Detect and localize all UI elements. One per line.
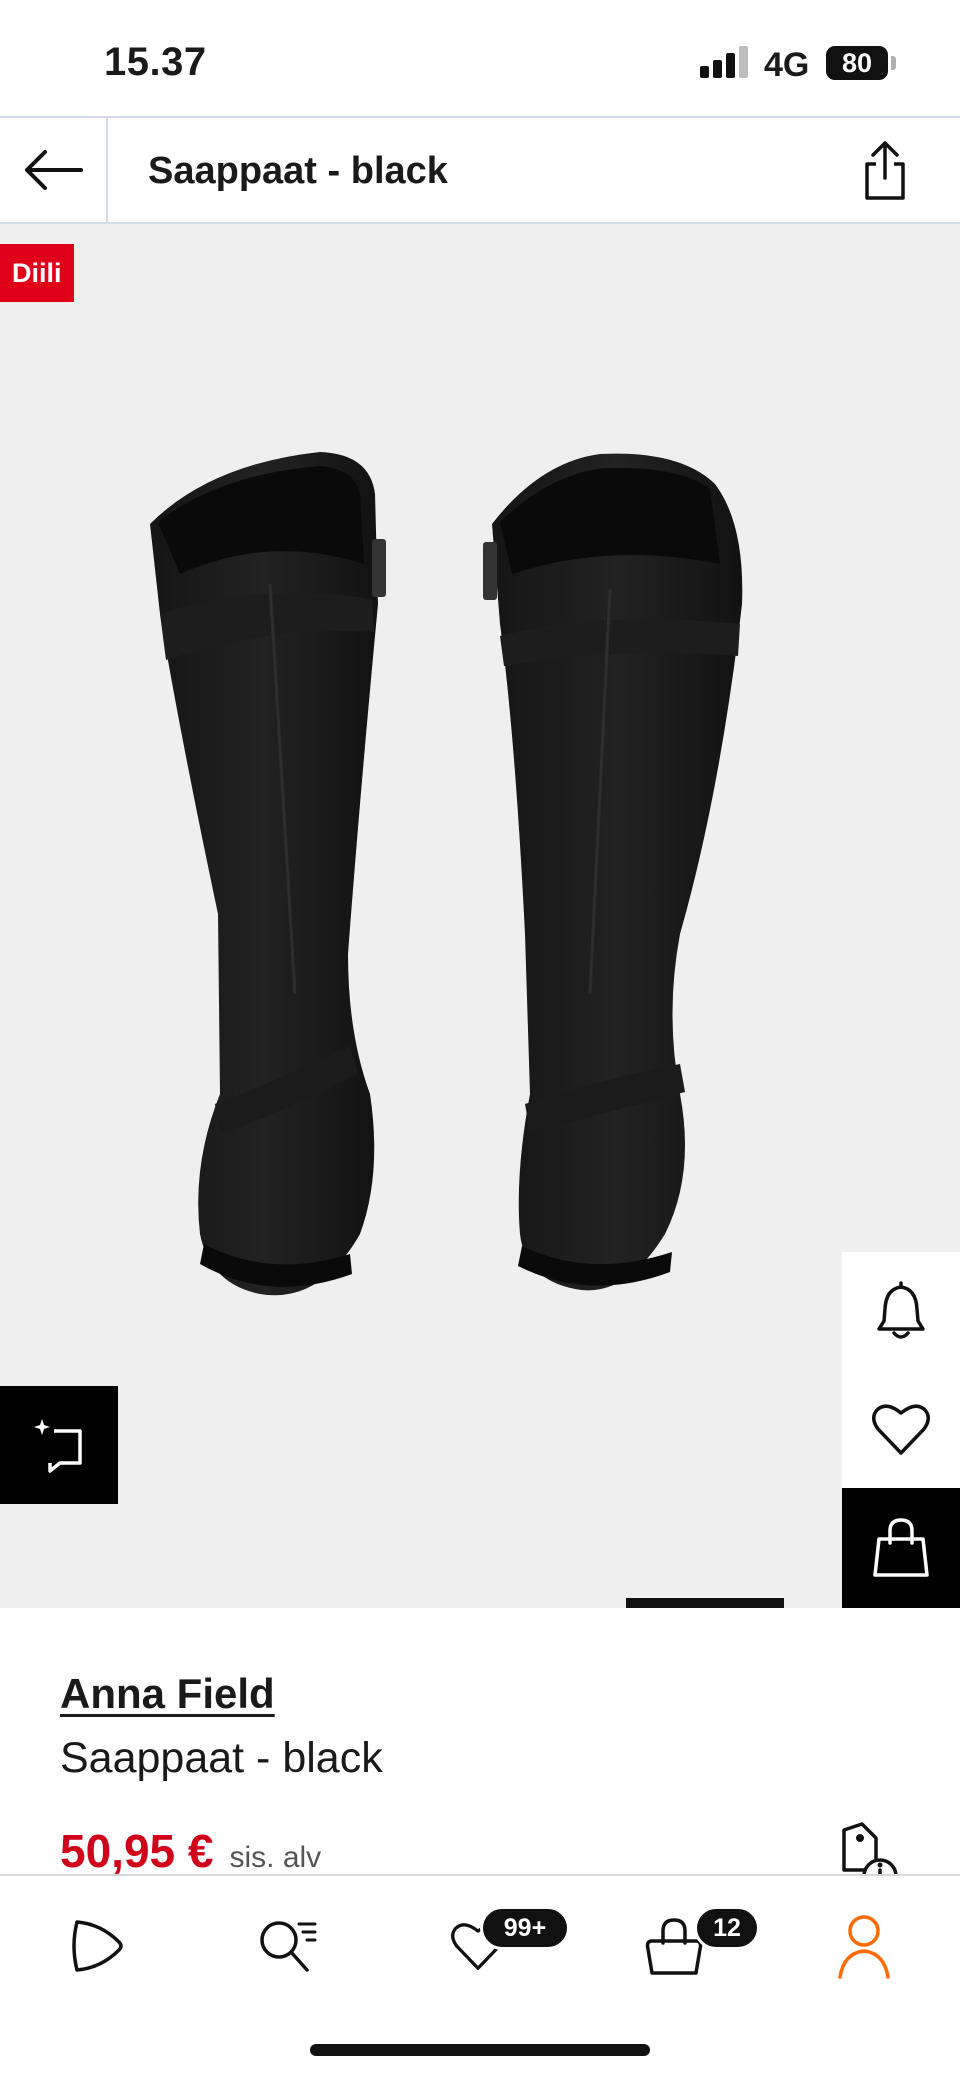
person-icon [838,1915,890,1979]
right-boot [483,453,743,1291]
signal-strength-icon [700,46,750,78]
battery-level: 80 [841,47,873,78]
left-boot [150,452,386,1296]
page-title: Saappaat - black [148,150,448,192]
add-to-bag-button[interactable] [842,1488,960,1608]
tab-search[interactable] [238,1906,338,1986]
bell-icon [877,1281,925,1339]
vat-note: sis. alv [229,1841,322,1874]
bag-count-badge: 12 [694,1906,760,1950]
compare-button[interactable] [0,1386,118,1504]
wishlist-count-badge: 99+ [480,1906,570,1950]
tab-profile[interactable] [814,1906,914,1986]
price-tag-info-icon [842,1822,898,1874]
home-indicator [310,2044,650,2056]
nav-header: Saappaat - black [0,116,960,224]
gallery-position-indicator [626,1598,784,1608]
back-button[interactable] [0,118,108,222]
battery-cap [891,56,896,70]
brand-link[interactable]: Anna Field [60,1670,275,1718]
shopping-bag-icon [873,1518,929,1577]
product-image [150,452,743,1296]
status-bar: 15.37 4G 80 [0,0,960,116]
product-detail-page: 15.37 4G 80 Saappaat - black Diili Anna … [0,0,960,2078]
product-price: 50,95 € [60,1825,214,1877]
price-row: 50,95 € sis. alv [60,1824,321,1880]
battery-icon: 80 [826,46,888,80]
heart-icon [872,1404,930,1455]
deal-badge: Diili [0,244,74,302]
tab-home[interactable] [46,1906,146,1986]
zalando-logo-icon [72,1920,123,1972]
compare-sparkle-icon [34,1419,82,1473]
network-label: 4G [764,46,810,84]
price-info-button[interactable] [836,1820,902,1874]
search-list-icon [260,1921,317,1972]
wishlist-add-button[interactable] [842,1370,960,1488]
product-image-gallery[interactable]: Diili [0,224,960,1608]
side-action-bar [842,1252,960,1608]
notify-button[interactable] [842,1252,960,1370]
share-button[interactable] [850,136,920,206]
share-icon [865,141,905,200]
product-name: Saappaat - black [60,1734,383,1782]
status-time: 15.37 [104,40,207,84]
arrow-left-icon [25,150,83,190]
